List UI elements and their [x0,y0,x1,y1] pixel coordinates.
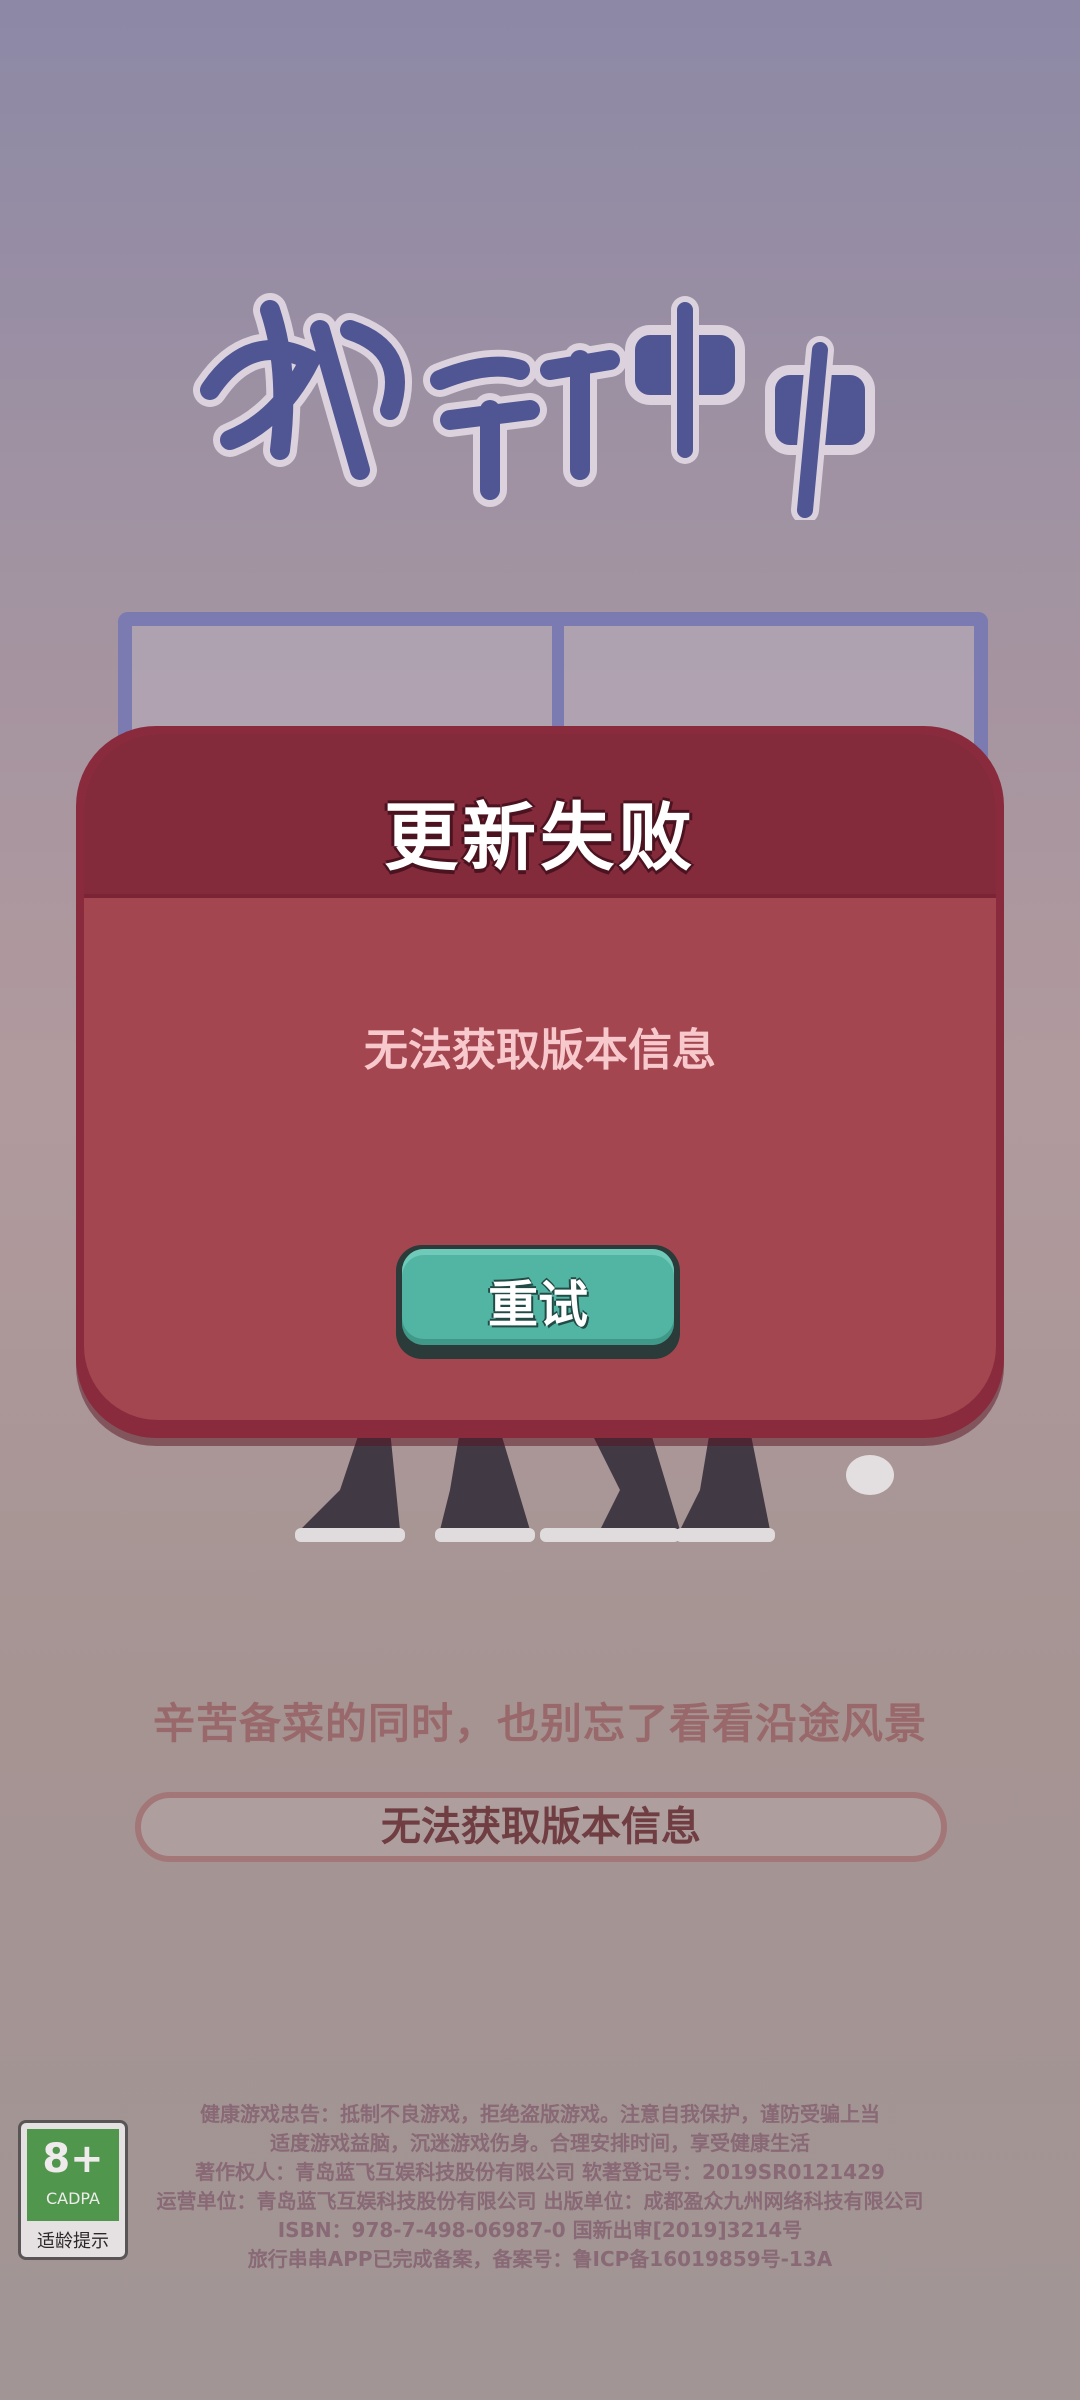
dialog-title: 更新失败 [384,795,696,881]
retry-button-label: 重试 [488,1276,588,1334]
dialog-message: 无法获取版本信息 [364,1025,716,1076]
dialog-header: 更新失败 [84,734,996,898]
retry-button[interactable]: 重试 [396,1245,680,1359]
